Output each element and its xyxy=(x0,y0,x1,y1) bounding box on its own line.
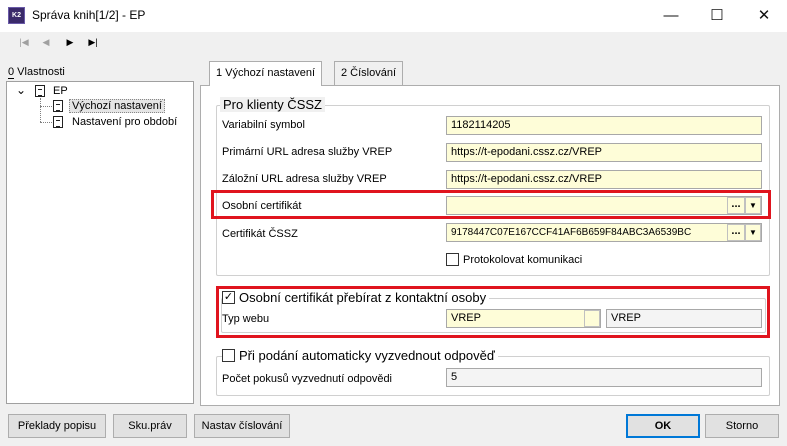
variabilni-symbol-field[interactable]: 1182114205 xyxy=(446,116,762,135)
typ-webu-label: Typ webu xyxy=(222,313,270,325)
nastav-cislovani-button[interactable]: Nastav číslování xyxy=(194,414,290,438)
tree-connector xyxy=(40,122,52,123)
osobni-certifikat-dropdown-icon[interactable]: ▼ xyxy=(745,197,761,214)
tree-label: 0 Vlastnosti xyxy=(8,66,65,78)
tab-cislovani[interactable]: 2 Číslování xyxy=(334,61,404,85)
close-button[interactable]: ✕ xyxy=(741,0,787,32)
document-icon xyxy=(53,116,63,128)
kontaktni-osoba-checkbox[interactable]: ✓ xyxy=(222,291,235,304)
window-title: Správa knih[1/2] - EP xyxy=(32,8,146,22)
document-icon xyxy=(53,100,63,112)
primarni-url-label: Primární URL adresa služby VREP xyxy=(222,146,393,158)
group-title-cssz: Pro klienty ČSSZ xyxy=(220,97,325,112)
first-record-icon[interactable]: |◀ xyxy=(16,35,32,49)
primarni-url-field[interactable]: https://t-epodani.cssz.cz/VREP xyxy=(446,143,762,162)
sku-prav-button[interactable]: Sku.práv xyxy=(113,414,187,438)
tree-root-ep[interactable]: EP xyxy=(53,85,68,97)
tree-connector xyxy=(40,106,52,107)
app-icon: K2 xyxy=(8,7,25,24)
pocet-pokusu-label: Počet pokusů vyzvednutí odpovědi xyxy=(222,373,393,385)
collapse-icon[interactable]: ⌄ xyxy=(16,83,26,97)
ok-button[interactable]: OK xyxy=(626,414,700,438)
maximize-button[interactable]: ☐ xyxy=(694,0,740,32)
typ-webu-dropdown-icon[interactable] xyxy=(584,310,600,327)
next-record-icon[interactable]: ▶ xyxy=(62,35,78,49)
minimize-button[interactable]: — xyxy=(648,0,694,32)
typ-webu-description: VREP xyxy=(606,309,762,328)
pocet-pokusu-field[interactable]: 5 xyxy=(446,368,762,387)
certifikat-cssz-browse-button[interactable]: ... xyxy=(727,224,745,241)
odpoved-header: Při podání automaticky vyzvednout odpově… xyxy=(222,348,498,363)
certifikat-cssz-field[interactable]: 9178447C07E167CCF41AF6B659F84ABC3A6539BC xyxy=(446,223,762,242)
title-bar: K2 Správa knih[1/2] - EP — ☐ ✕ xyxy=(0,0,787,32)
tree-item-nastaveni-pro-obdobi[interactable]: Nastavení pro období xyxy=(72,116,177,128)
preklady-popisu-button[interactable]: Překlady popisu xyxy=(8,414,106,438)
property-tree[interactable]: ⌄ EP Výchozí nastavení Nastavení pro obd… xyxy=(6,81,194,404)
document-icon xyxy=(35,85,45,97)
toolbar xyxy=(0,32,787,54)
zalozni-url-label: Záložní URL adresa služby VREP xyxy=(222,173,387,185)
variabilni-symbol-label: Variabilní symbol xyxy=(222,119,305,131)
tab-vychozi-nastaveni[interactable]: 1 Výchozí nastavení xyxy=(209,61,323,86)
odpoved-label: Při podání automaticky vyzvednout odpově… xyxy=(239,348,495,363)
kontaktni-osoba-label: Osobní certifikát přebírat z kontaktní o… xyxy=(239,290,487,305)
typ-webu-select[interactable]: VREP xyxy=(446,309,601,328)
storno-button[interactable]: Storno xyxy=(705,414,779,438)
certifikat-cssz-label: Certifikát ČSSZ xyxy=(222,228,298,240)
tree-item-vychozi-nastaveni[interactable]: Výchozí nastavení xyxy=(69,99,165,113)
zalozni-url-field[interactable]: https://t-epodani.cssz.cz/VREP xyxy=(446,170,762,189)
tree-label-accel-underline xyxy=(8,78,14,79)
tree-connector xyxy=(40,98,41,122)
protokolovat-checkbox[interactable] xyxy=(446,253,459,266)
kontaktni-osoba-header: ✓ Osobní certifikát přebírat z kontaktní… xyxy=(222,290,490,305)
osobni-certifikat-browse-button[interactable]: ... xyxy=(727,197,745,214)
last-record-icon[interactable]: ▶| xyxy=(85,35,101,49)
protokolovat-label: Protokolovat komunikaci xyxy=(463,254,583,266)
osobni-certifikat-label: Osobní certifikát xyxy=(222,200,302,212)
odpoved-checkbox[interactable] xyxy=(222,349,235,362)
previous-record-icon[interactable]: ◀ xyxy=(38,35,54,49)
certifikat-cssz-dropdown-icon[interactable]: ▼ xyxy=(745,224,761,241)
osobni-certifikat-field[interactable] xyxy=(446,196,762,215)
